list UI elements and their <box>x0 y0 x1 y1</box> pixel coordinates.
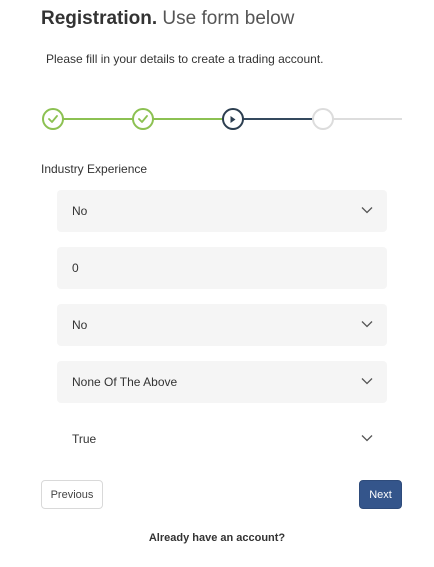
stepper-connector-done <box>153 118 233 120</box>
login-link[interactable]: Already have an account? <box>0 532 434 544</box>
checkmark-icon <box>138 115 148 123</box>
play-icon <box>230 115 236 123</box>
input-value: 0 <box>72 261 79 275</box>
select-value: None Of The Above <box>72 375 178 389</box>
page-subtitle: Please fill in your details to create a … <box>46 52 324 66</box>
step-2-complete <box>132 108 154 130</box>
chevron-down-icon <box>361 321 373 328</box>
stepper-connector-current <box>243 118 323 120</box>
industry-experience-select-3[interactable]: None Of The Above <box>57 361 387 403</box>
stepper-connector-done <box>63 118 143 120</box>
previous-button[interactable]: Previous <box>41 480 103 509</box>
step-4-pending <box>312 108 334 130</box>
select-value: No <box>72 204 88 218</box>
industry-experience-select-4[interactable]: True <box>57 418 387 460</box>
chevron-down-icon <box>361 435 373 442</box>
industry-experience-select-2[interactable]: No <box>57 304 387 346</box>
select-value: True <box>72 432 97 446</box>
chevron-down-icon <box>361 207 373 214</box>
next-button[interactable]: Next <box>359 480 402 509</box>
industry-experience-text-input[interactable]: 0 <box>57 247 387 289</box>
step-3-current <box>222 108 244 130</box>
checkmark-icon <box>48 115 58 123</box>
section-label-industry-experience: Industry Experience <box>41 162 148 176</box>
page-title-strong: Registration. <box>41 8 158 29</box>
select-value: No <box>72 318 88 332</box>
page-title: Registration. Use form below <box>41 8 294 30</box>
step-1-complete <box>42 108 64 130</box>
industry-experience-select-1[interactable]: No <box>57 190 387 232</box>
page-title-light: Use form below <box>162 8 295 29</box>
chevron-down-icon <box>361 378 373 385</box>
stepper-connector-pending <box>333 118 402 120</box>
progress-stepper <box>41 108 402 130</box>
